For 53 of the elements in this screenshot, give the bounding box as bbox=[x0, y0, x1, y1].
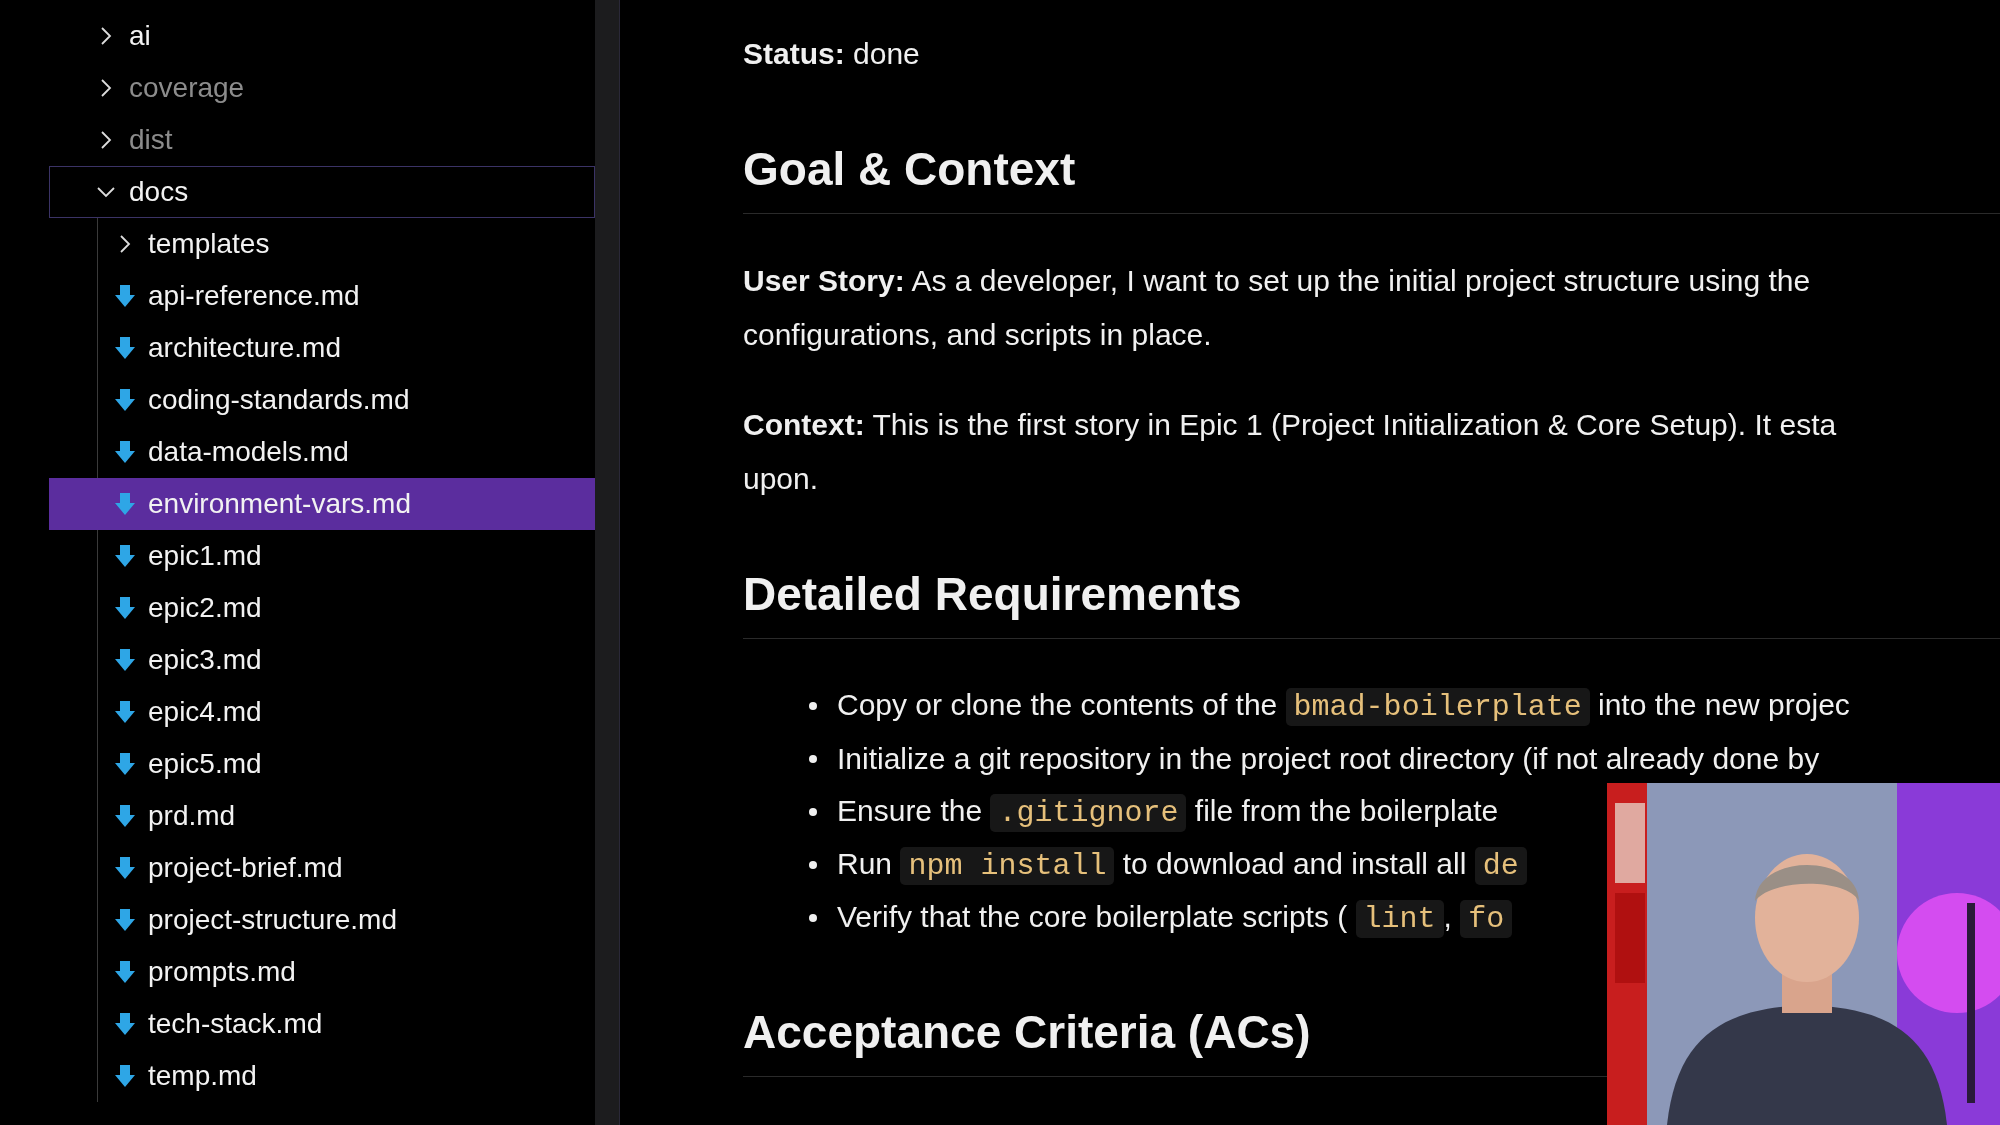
file-item[interactable]: coding-standards.md bbox=[49, 374, 595, 426]
bullet-icon bbox=[809, 701, 817, 710]
arrow-down-icon bbox=[114, 804, 136, 828]
arrow-down-icon bbox=[114, 856, 136, 880]
file-item[interactable]: api-reference.md bbox=[49, 270, 595, 322]
arrow-down-icon bbox=[114, 596, 136, 620]
file-item[interactable]: prompts.md bbox=[49, 946, 595, 998]
paragraph: Context: This is the first story in Epic 1 (Project Initialization & Core Setup). It esta upon. bbox=[743, 407, 1838, 497]
arrow-down-icon bbox=[114, 700, 136, 724]
scrollbar[interactable] bbox=[595, 0, 619, 1125]
arrow-down-icon bbox=[114, 752, 136, 776]
file-item[interactable]: epic1.md bbox=[49, 530, 595, 582]
file-item[interactable]: epic2.md bbox=[49, 582, 595, 634]
arrow-down-icon bbox=[114, 388, 136, 412]
arrow-down-icon bbox=[114, 1064, 136, 1088]
list-item-text: Ensure the .gitignore file from the boilerplate bbox=[837, 793, 1499, 830]
folder-item[interactable]: docs bbox=[49, 166, 595, 218]
file-item[interactable]: temp.md bbox=[49, 1050, 595, 1102]
list-item-text: Verify that the core boilerplate scripts ( lint , fo bbox=[837, 899, 1513, 936]
file-item[interactable]: architecture.md bbox=[49, 322, 595, 374]
list-item-text: Run npm install to download and install all de bbox=[837, 846, 1527, 883]
file-item[interactable]: project-structure.md bbox=[49, 894, 595, 946]
arrow-down-icon bbox=[114, 544, 136, 568]
arrow-down-icon bbox=[114, 908, 136, 932]
list-item-text: Copy or clone the contents of the bmad-boilerplate into the new projec bbox=[837, 687, 1850, 724]
folder-item[interactable]: ai bbox=[49, 10, 595, 62]
file-item[interactable]: environment-vars.md bbox=[49, 478, 595, 530]
file-item[interactable]: data-models.md bbox=[49, 426, 595, 478]
paragraph: User Story: As a developer, I want to set up the initial project structure using the configurations, and scripts in place. bbox=[743, 263, 1812, 353]
arrow-down-icon bbox=[114, 336, 136, 360]
arrow-down-icon bbox=[114, 1012, 136, 1036]
file-item[interactable]: tech-stack.md bbox=[49, 998, 595, 1050]
file-item[interactable]: prd.md bbox=[49, 790, 595, 842]
bullet-icon bbox=[809, 807, 817, 816]
file-item[interactable]: project-brief.md bbox=[49, 842, 595, 894]
file-item[interactable]: epic4.md bbox=[49, 686, 595, 738]
arrow-down-icon bbox=[114, 284, 136, 308]
bullet-icon bbox=[809, 754, 817, 763]
file-item[interactable]: epic3.md bbox=[49, 634, 595, 686]
section-heading: Goal & Context bbox=[743, 141, 2000, 214]
arrow-down-icon bbox=[114, 648, 136, 672]
list-item-text: Initialize a git repository in the project root directory (if not already done by bbox=[837, 741, 1820, 776]
arrow-down-icon bbox=[114, 492, 136, 516]
folder-item[interactable]: dist bbox=[49, 114, 595, 166]
bullet-icon bbox=[809, 913, 817, 922]
file-item[interactable]: epic5.md bbox=[49, 738, 595, 790]
arrow-down-icon bbox=[114, 960, 136, 984]
folder-item[interactable]: coverage bbox=[49, 62, 595, 114]
bullet-icon bbox=[809, 860, 817, 869]
section-heading: Detailed Requirements bbox=[743, 566, 2000, 639]
arrow-down-icon bbox=[114, 440, 136, 464]
paragraph: Status: done bbox=[743, 36, 921, 72]
folder-item[interactable]: templates bbox=[49, 218, 595, 270]
